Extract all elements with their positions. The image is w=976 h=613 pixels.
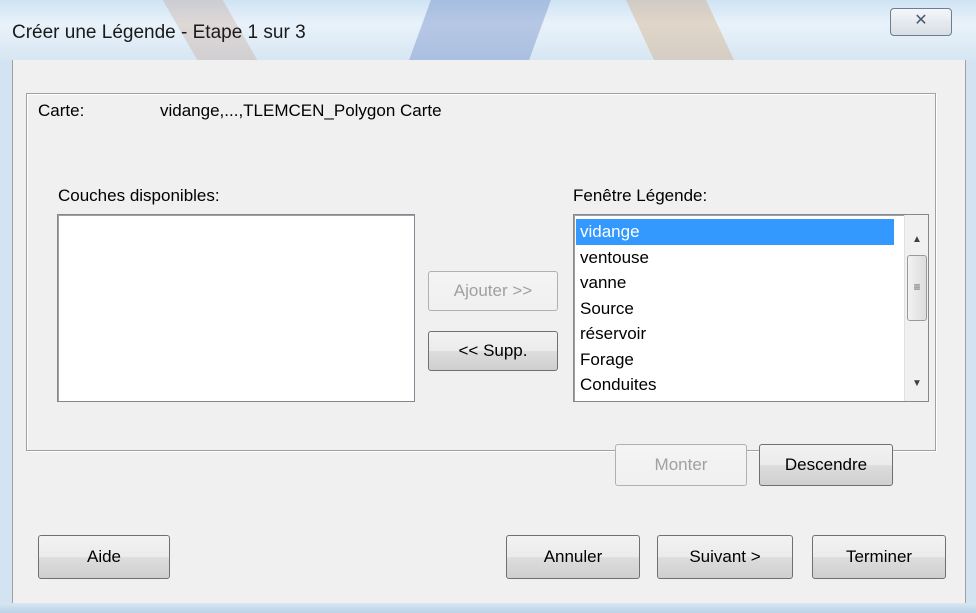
legend-list-item[interactable]: vanne — [576, 270, 894, 296]
scroll-thumb[interactable]: ≡ — [907, 255, 927, 321]
close-icon: ✕ — [914, 12, 928, 29]
help-button[interactable]: Aide — [38, 535, 170, 579]
legend-list-item[interactable]: Conduites — [576, 372, 894, 398]
legend-window-label: Fenêtre Légende: — [573, 186, 708, 205]
scroll-down-icon[interactable]: ▼ — [905, 373, 928, 395]
close-button[interactable]: ✕ — [890, 8, 952, 36]
legend-list-item[interactable]: vidange — [576, 219, 894, 245]
window-frame-bottom — [0, 603, 976, 613]
legend-scrollbar[interactable]: ▲ ≡ ▼ — [904, 215, 928, 401]
title-bar: Créer une Légende - Etape 1 sur 3 ✕ — [0, 0, 976, 60]
next-button[interactable]: Suivant > — [657, 535, 793, 579]
title-bar-decoration — [621, 0, 739, 60]
legend-list-item[interactable]: réservoir — [576, 321, 894, 347]
window-title: Créer une Légende - Etape 1 sur 3 — [12, 22, 306, 43]
available-layers-label: Couches disponibles: — [58, 186, 220, 205]
finish-button[interactable]: Terminer — [812, 535, 946, 579]
legend-list-item[interactable]: ventouse — [576, 245, 894, 271]
available-layers-list[interactable] — [57, 214, 415, 402]
remove-button[interactable]: << Supp. — [428, 331, 558, 371]
legend-window-list[interactable]: vidange ventouse vanne Source réservoir Forag… — [573, 214, 929, 402]
scroll-up-icon[interactable]: ▲ — [905, 229, 928, 251]
move-up-button[interactable]: Monter — [615, 444, 747, 486]
move-down-button[interactable]: Descendre — [759, 444, 893, 486]
title-bar-decoration — [405, 0, 555, 60]
legend-list-item[interactable]: Source — [576, 296, 894, 322]
add-button[interactable]: Ajouter >> — [428, 271, 558, 311]
cancel-button[interactable]: Annuler — [506, 535, 640, 579]
window-frame-left — [0, 60, 12, 605]
legend-list-item[interactable]: Forage — [576, 347, 894, 373]
legend-items-container: vidange ventouse vanne Source réservoir Forag… — [576, 219, 894, 398]
